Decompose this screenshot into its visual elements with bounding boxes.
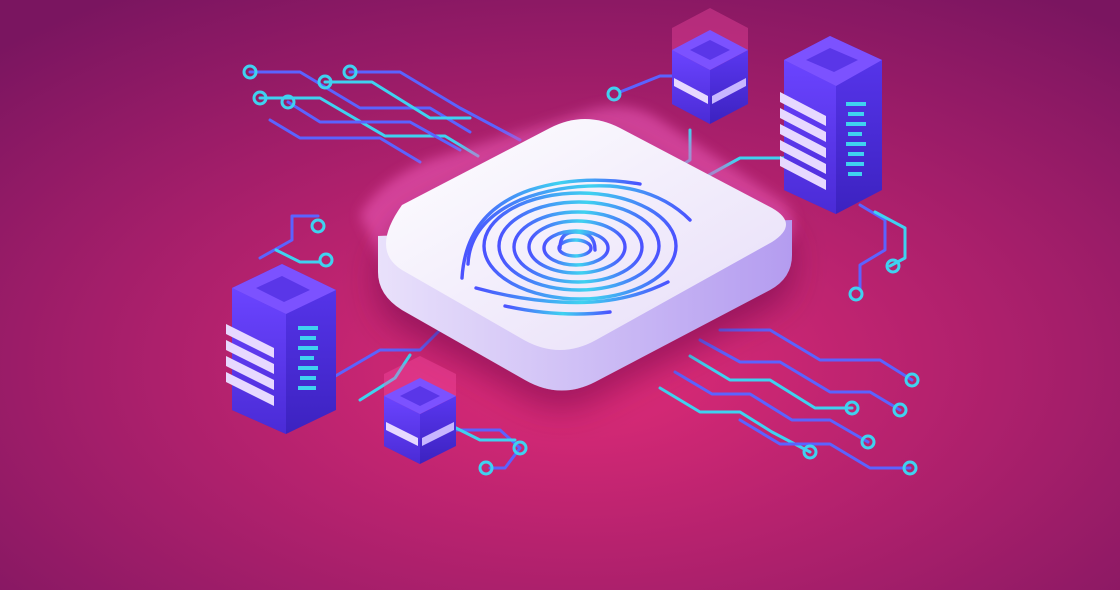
server-module-icon	[672, 8, 748, 124]
server-rack-icon	[226, 264, 336, 434]
isometric-illustration	[0, 0, 1120, 590]
server-module-icon	[384, 356, 456, 464]
server-rack-icon	[780, 36, 882, 214]
illustration-scene	[0, 0, 1120, 590]
